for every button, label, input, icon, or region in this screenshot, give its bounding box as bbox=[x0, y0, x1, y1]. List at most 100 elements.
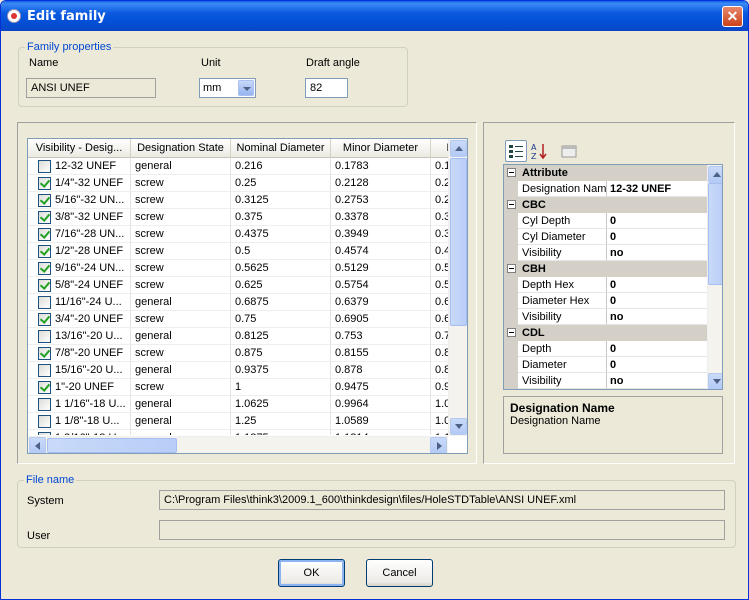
table-row[interactable]: 5/8"-24 UNEF screw0.6250.57540.5 bbox=[28, 277, 448, 294]
cell-state[interactable]: screw bbox=[131, 209, 231, 226]
cell-nominal[interactable]: 1.0625 bbox=[231, 396, 331, 413]
property-value[interactable]: 0 bbox=[607, 357, 707, 373]
column-header-nominal[interactable]: Nominal Diameter bbox=[231, 139, 331, 158]
table-vertical-scrollbar[interactable] bbox=[448, 139, 467, 436]
cell-nominal[interactable]: 0.6875 bbox=[231, 294, 331, 311]
cell-nominal[interactable]: 0.625 bbox=[231, 277, 331, 294]
cell-h[interactable]: 0.2 bbox=[431, 175, 448, 192]
draft-angle-input[interactable]: 82 bbox=[305, 78, 348, 98]
cell-nominal[interactable]: 0.75 bbox=[231, 311, 331, 328]
cell-state[interactable]: general bbox=[131, 413, 231, 430]
property-row[interactable]: Cyl Diameter 0 bbox=[504, 229, 707, 245]
visibility-checkbox[interactable] bbox=[38, 313, 51, 326]
cell-h[interactable]: 0.1 bbox=[431, 158, 448, 175]
property-vertical-scrollbar[interactable] bbox=[707, 165, 722, 389]
cell-minor[interactable]: 0.9475 bbox=[331, 379, 431, 396]
cell-state[interactable]: screw bbox=[131, 175, 231, 192]
cell-nominal[interactable]: 1.1875 bbox=[231, 430, 331, 435]
property-row[interactable]: Depth 0 bbox=[504, 341, 707, 357]
cell-state[interactable]: screw bbox=[131, 311, 231, 328]
property-value[interactable]: 12-32 UNEF bbox=[607, 181, 707, 197]
cell-h[interactable]: 0.8 bbox=[431, 362, 448, 379]
cell-nominal[interactable]: 1 bbox=[231, 379, 331, 396]
visibility-checkbox[interactable] bbox=[38, 415, 51, 428]
visibility-checkbox[interactable] bbox=[38, 296, 51, 309]
table-row[interactable]: 11/16"-24 U... general0.68750.63790.6 bbox=[28, 294, 448, 311]
table-row[interactable]: 1/4"-32 UNEF screw0.250.21280.2 bbox=[28, 175, 448, 192]
cell-h[interactable]: 0.4 bbox=[431, 243, 448, 260]
table-row[interactable]: 1 3/16"-18 U... general1.18751.12141.1 bbox=[28, 430, 448, 435]
visibility-checkbox[interactable] bbox=[38, 330, 51, 343]
property-value[interactable]: no bbox=[607, 373, 707, 389]
cell-nominal[interactable]: 0.9375 bbox=[231, 362, 331, 379]
property-row[interactable]: Visibility no bbox=[504, 245, 707, 261]
table-row[interactable]: 13/16"-20 U... general0.81250.7530.7 bbox=[28, 328, 448, 345]
cell-minor[interactable]: 0.5754 bbox=[331, 277, 431, 294]
table-vscroll-thumb[interactable] bbox=[450, 158, 467, 326]
close-icon[interactable]: ✕ bbox=[722, 6, 743, 27]
cell-state[interactable]: screw bbox=[131, 379, 231, 396]
cell-minor[interactable]: 0.5129 bbox=[331, 260, 431, 277]
property-row[interactable]: Visibility no bbox=[504, 373, 707, 389]
column-header-state[interactable]: Designation State bbox=[131, 139, 231, 158]
visibility-checkbox[interactable] bbox=[38, 228, 51, 241]
cell-state[interactable]: general bbox=[131, 158, 231, 175]
cell-minor[interactable]: 0.9964 bbox=[331, 396, 431, 413]
property-category[interactable]: CBC bbox=[504, 197, 707, 213]
cell-nominal[interactable]: 0.375 bbox=[231, 209, 331, 226]
cell-minor[interactable]: 0.6905 bbox=[331, 311, 431, 328]
property-value[interactable]: 0 bbox=[607, 277, 707, 293]
cell-minor[interactable]: 0.2128 bbox=[331, 175, 431, 192]
alphabetical-sort-icon[interactable]: AZ bbox=[528, 140, 550, 162]
cell-nominal[interactable]: 0.8125 bbox=[231, 328, 331, 345]
table-row[interactable]: 7/8"-20 UNEF screw0.8750.81550.8 bbox=[28, 345, 448, 362]
cell-h[interactable]: 0.6 bbox=[431, 294, 448, 311]
visibility-checkbox[interactable] bbox=[38, 398, 51, 411]
column-header-visibility[interactable]: Visibility - Desig... bbox=[28, 139, 131, 158]
cell-state[interactable]: general bbox=[131, 362, 231, 379]
cell-state[interactable]: screw bbox=[131, 243, 231, 260]
cell-state[interactable]: general bbox=[131, 396, 231, 413]
cell-minor[interactable]: 0.3949 bbox=[331, 226, 431, 243]
table-row[interactable]: 1"-20 UNEF screw10.94750.9 bbox=[28, 379, 448, 396]
visibility-checkbox[interactable] bbox=[38, 381, 51, 394]
cell-state[interactable]: screw bbox=[131, 192, 231, 209]
table-row[interactable]: 3/8"-32 UNEF screw0.3750.33780.3 bbox=[28, 209, 448, 226]
visibility-checkbox[interactable] bbox=[38, 279, 51, 292]
table-row[interactable]: 5/16"-32 UN... screw0.31250.27530.2 bbox=[28, 192, 448, 209]
visibility-checkbox[interactable] bbox=[38, 160, 51, 173]
property-row[interactable]: Diameter 0 bbox=[504, 357, 707, 373]
cell-minor[interactable]: 0.878 bbox=[331, 362, 431, 379]
cell-minor[interactable]: 1.0589 bbox=[331, 413, 431, 430]
visibility-checkbox[interactable] bbox=[38, 347, 51, 360]
cell-h[interactable]: 0.2 bbox=[431, 192, 448, 209]
ok-button[interactable]: OK bbox=[278, 559, 345, 587]
scroll-right-icon[interactable] bbox=[430, 437, 447, 453]
scroll-left-icon[interactable] bbox=[29, 437, 46, 453]
cell-h[interactable]: 1.0 bbox=[431, 396, 448, 413]
cell-state[interactable]: general bbox=[131, 328, 231, 345]
property-value[interactable]: 0 bbox=[607, 229, 707, 245]
cell-nominal[interactable]: 0.25 bbox=[231, 175, 331, 192]
cell-nominal[interactable]: 1.25 bbox=[231, 413, 331, 430]
property-row[interactable]: Depth Hex 0 bbox=[504, 277, 707, 293]
scroll-down-icon[interactable] bbox=[450, 418, 467, 435]
cell-h[interactable]: 0.8 bbox=[431, 345, 448, 362]
table-row[interactable]: 12-32 UNEF general0.2160.17830.1 bbox=[28, 158, 448, 175]
property-value[interactable]: 0 bbox=[607, 341, 707, 357]
property-value[interactable]: 0 bbox=[607, 213, 707, 229]
property-value[interactable]: 0 bbox=[607, 293, 707, 309]
cell-minor[interactable]: 1.1214 bbox=[331, 430, 431, 435]
cancel-button[interactable]: Cancel bbox=[366, 559, 433, 587]
cell-h[interactable]: 1.1 bbox=[431, 430, 448, 435]
collapse-icon[interactable] bbox=[507, 200, 516, 209]
cell-minor[interactable]: 0.1783 bbox=[331, 158, 431, 175]
cell-minor[interactable]: 0.2753 bbox=[331, 192, 431, 209]
property-row[interactable]: Diameter Hex 0 bbox=[504, 293, 707, 309]
scroll-up-icon[interactable] bbox=[450, 140, 467, 157]
prop-scroll-up-icon[interactable] bbox=[708, 166, 722, 183]
visibility-checkbox[interactable] bbox=[38, 245, 51, 258]
table-row[interactable]: 7/16"-28 UN... screw0.43750.39490.3 bbox=[28, 226, 448, 243]
cell-nominal[interactable]: 0.216 bbox=[231, 158, 331, 175]
chevron-down-icon[interactable] bbox=[238, 80, 254, 96]
